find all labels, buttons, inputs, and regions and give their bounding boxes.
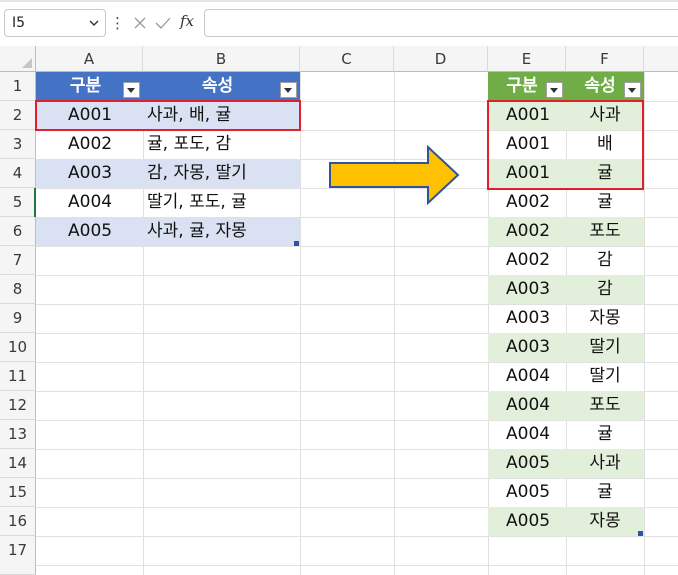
col-header-c[interactable]: C	[300, 46, 394, 72]
left-table-header-attr[interactable]: 속성	[143, 72, 300, 101]
cell-f5[interactable]: 귤	[566, 188, 644, 217]
row-header-9[interactable]: 9	[0, 304, 36, 333]
cell-f8[interactable]: 감	[566, 275, 644, 304]
cell-f6[interactable]: 포도	[566, 217, 644, 246]
select-all-corner[interactable]	[0, 46, 36, 72]
highlight-box-right	[487, 100, 644, 190]
cell-b3[interactable]: 귤, 포도, 감	[143, 130, 300, 159]
right-header-id-label: 구분	[506, 76, 538, 96]
row-header-15[interactable]: 15	[0, 478, 36, 507]
left-table-header-id[interactable]: 구분	[36, 72, 143, 101]
chevron-down-icon[interactable]	[87, 15, 101, 31]
more-options-icon[interactable]: ⋮	[110, 13, 125, 33]
cell-a6[interactable]: A005	[36, 217, 143, 246]
cell-f10[interactable]: 딸기	[566, 333, 644, 362]
filter-dropdown-icon[interactable]	[624, 82, 641, 98]
cell-a3[interactable]: A002	[36, 130, 143, 159]
filter-dropdown-icon[interactable]	[123, 82, 140, 98]
top-divider	[0, 0, 678, 2]
cell-b4[interactable]: 감, 자몽, 딸기	[143, 159, 300, 188]
col-header-a[interactable]: A	[36, 46, 143, 72]
col-header-b[interactable]: B	[143, 46, 300, 72]
row-header-8[interactable]: 8	[0, 275, 36, 304]
cell-f12[interactable]: 포도	[566, 391, 644, 420]
insert-function-icon[interactable]: fx	[180, 12, 194, 30]
cell-e7[interactable]: A002	[488, 246, 566, 275]
row-header-12[interactable]: 12	[0, 391, 36, 420]
row-header-5[interactable]: 5	[0, 188, 36, 217]
cell-e10[interactable]: A003	[488, 333, 566, 362]
cell-e12[interactable]: A004	[488, 391, 566, 420]
right-table-header-attr[interactable]: 속성	[566, 72, 644, 101]
cell-f14[interactable]: 사과	[566, 449, 644, 478]
formula-input[interactable]	[204, 9, 678, 37]
col-header-e[interactable]: E	[488, 46, 566, 72]
table-resize-handle[interactable]	[638, 531, 643, 536]
cell-f11[interactable]: 딸기	[566, 362, 644, 391]
filter-dropdown-icon[interactable]	[280, 82, 297, 98]
cell-b6[interactable]: 사과, 귤, 자몽	[143, 217, 300, 246]
filter-dropdown-icon[interactable]	[546, 82, 563, 98]
row-header-14[interactable]: 14	[0, 449, 36, 478]
cell-f16[interactable]: 자몽	[566, 507, 644, 536]
right-arrow-icon	[329, 144, 460, 206]
cell-e6[interactable]: A002	[488, 217, 566, 246]
row-header-2[interactable]: 2	[0, 101, 36, 130]
gridline	[36, 565, 678, 566]
name-box-value: I5	[12, 15, 26, 31]
formula-buttons: fx	[124, 9, 200, 37]
row-header-3[interactable]: 3	[0, 130, 36, 159]
gridline	[300, 72, 301, 575]
cell-e8[interactable]: A003	[488, 275, 566, 304]
cell-f13[interactable]: 귤	[566, 420, 644, 449]
row-header-17[interactable]: 17	[0, 536, 36, 575]
table-resize-handle[interactable]	[294, 241, 299, 246]
row-header-10[interactable]: 10	[0, 333, 36, 362]
row-header-1[interactable]: 1	[0, 72, 36, 101]
name-box[interactable]: I5	[4, 9, 106, 37]
right-table-header-id[interactable]: 구분	[488, 72, 566, 101]
row-header-17-label: 17	[7, 541, 28, 559]
cell-a5[interactable]: A004	[36, 188, 143, 217]
row-header-11[interactable]: 11	[0, 362, 36, 391]
cell-e9[interactable]: A003	[488, 304, 566, 333]
cell-e11[interactable]: A004	[488, 362, 566, 391]
row-header-4[interactable]: 4	[0, 159, 36, 188]
right-header-attr-label: 속성	[584, 76, 616, 96]
row-header-7[interactable]: 7	[0, 246, 36, 275]
highlight-box-left	[35, 100, 301, 131]
gridline	[644, 72, 645, 575]
row-header-6[interactable]: 6	[0, 217, 36, 246]
row-header-13[interactable]: 13	[0, 420, 36, 449]
left-header-id-label: 구분	[69, 76, 102, 96]
cell-f9[interactable]: 자몽	[566, 304, 644, 333]
cell-e13[interactable]: A004	[488, 420, 566, 449]
cell-b5[interactable]: 딸기, 포도, 귤	[143, 188, 300, 217]
row-selection-indicator	[34, 188, 36, 217]
enter-icon[interactable]	[154, 15, 172, 31]
row-header-16[interactable]: 16	[0, 507, 36, 536]
gridline	[36, 536, 678, 537]
cell-a4[interactable]: A003	[36, 159, 143, 188]
col-header-f[interactable]: F	[566, 46, 644, 72]
cell-e15[interactable]: A005	[488, 478, 566, 507]
cell-e14[interactable]: A005	[488, 449, 566, 478]
cell-e16[interactable]: A005	[488, 507, 566, 536]
cancel-icon[interactable]	[132, 15, 148, 31]
col-header-g[interactable]	[644, 46, 678, 72]
cell-f7[interactable]: 감	[566, 246, 644, 275]
col-header-d[interactable]: D	[394, 46, 488, 72]
left-header-attr-label: 속성	[201, 76, 234, 96]
cell-e5[interactable]: A002	[488, 188, 566, 217]
cell-f15[interactable]: 귤	[566, 478, 644, 507]
